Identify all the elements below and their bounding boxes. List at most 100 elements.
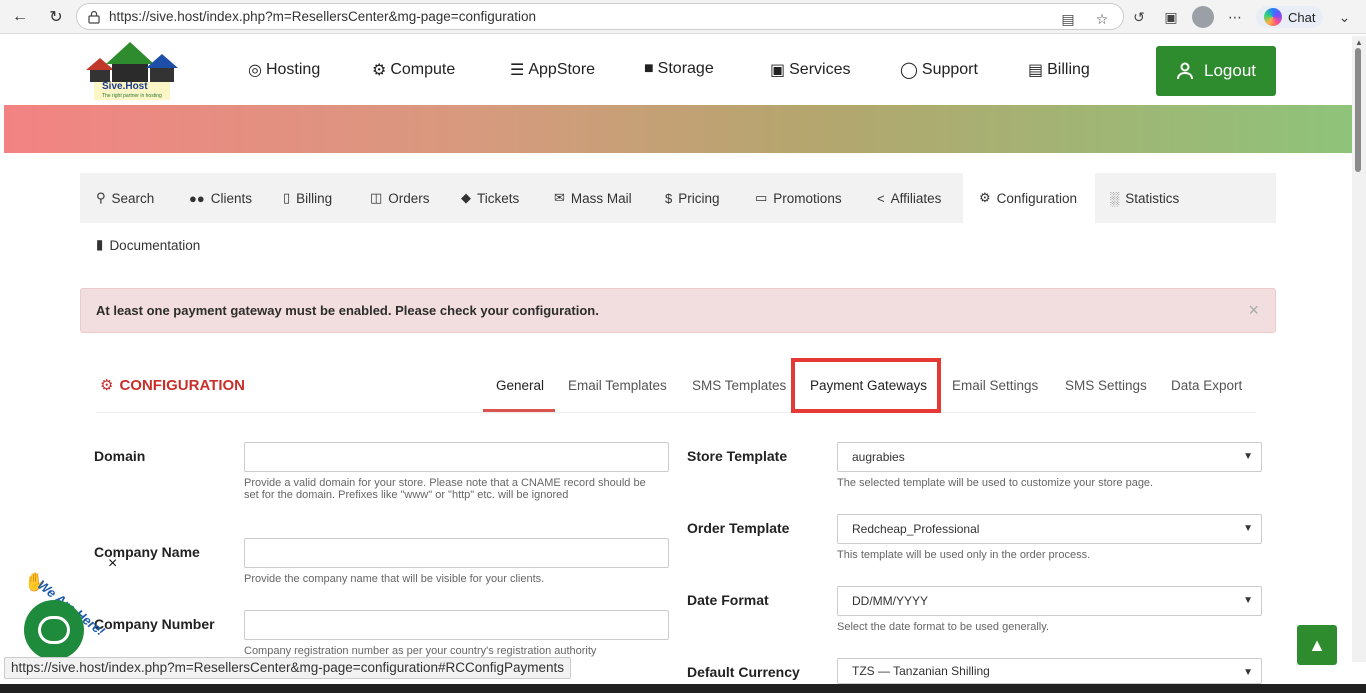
warning-alert: At least one payment gateway must be ena… (80, 288, 1276, 333)
tab-label: Clients (210, 190, 252, 206)
tab-general[interactable]: General (496, 378, 544, 393)
select-value: TZS — Tanzanian Shilling (852, 664, 990, 678)
logout-label: Logout (1204, 61, 1256, 80)
tab-documentation[interactable]: ▮ Documentation (96, 237, 200, 253)
chat-widget-button[interactable] (24, 600, 84, 660)
store-template-select[interactable]: augrabies ▼ (837, 442, 1262, 472)
lock-icon (88, 10, 100, 24)
site-header: Sive.Host The right partner in hosting ◎… (4, 36, 1352, 105)
default-currency-select[interactable]: TZS — Tanzanian Shilling ▼ (837, 658, 1262, 684)
chevron-down-icon: ▼ (1243, 523, 1253, 534)
nav-label: Compute (390, 61, 456, 78)
tab-affiliates[interactable]: < Affiliates (877, 173, 941, 223)
date-format-help: Select the date format to be used genera… (837, 621, 1049, 633)
back-icon[interactable]: ← (8, 5, 32, 29)
date-format-label: Date Format (687, 592, 769, 608)
address-bar[interactable]: https://sive.host/index.php?m=ResellersC… (76, 3, 1124, 30)
tab-statistics[interactable]: ░ Statistics (1110, 173, 1179, 223)
tab-promotions[interactable]: ▭ Promotions (755, 173, 842, 223)
company-number-label: Company Number (94, 616, 215, 632)
nav-support[interactable]: ◯ Support (900, 60, 978, 80)
chevron-down-icon[interactable]: ⌄ (1333, 6, 1355, 28)
logo-text: Sive.Host (102, 81, 148, 92)
active-tab-indicator (483, 409, 555, 412)
divider (96, 412, 1256, 413)
select-value: DD/MM/YYYY (852, 594, 929, 608)
nav-storage[interactable]: ■ Storage (644, 60, 714, 78)
date-format-select[interactable]: DD/MM/YYYY ▼ (837, 586, 1262, 616)
close-icon[interactable]: × (1248, 300, 1259, 321)
favorite-star-icon[interactable]: ☆ (1091, 8, 1113, 30)
copilot-chat-button[interactable]: Chat (1256, 6, 1324, 28)
domain-input[interactable] (244, 442, 669, 472)
tab-clients[interactable]: ●● Clients (189, 173, 252, 223)
headset-icon: ◯ (900, 62, 918, 79)
nav-billing[interactable]: ▤ Billing (1028, 60, 1090, 80)
tab-search[interactable]: ⚲ Search (96, 173, 154, 223)
tab-label: Billing (296, 190, 333, 206)
tab-email-settings[interactable]: Email Settings (952, 378, 1038, 393)
search-icon: ⚲ (96, 190, 106, 205)
company-number-input[interactable] (244, 610, 669, 640)
tab-sms-templates[interactable]: SMS Templates (692, 378, 786, 393)
reader-mode-icon[interactable]: ▤ (1057, 8, 1079, 30)
globe-icon: ◎ (248, 62, 262, 79)
tab-data-export[interactable]: Data Export (1171, 378, 1242, 393)
cart-icon: ◫ (370, 190, 383, 205)
nav-label: Billing (1047, 61, 1090, 78)
header-banner (4, 105, 1352, 153)
tab-label: Affiliates (890, 190, 942, 206)
bar-chart-icon: ░ (1110, 190, 1120, 206)
history-icon[interactable]: ↺ (1128, 6, 1150, 28)
cogs-icon: ⚙ (100, 377, 114, 394)
alert-message: At least one payment gateway must be ena… (96, 303, 599, 318)
nav-label: Services (789, 61, 851, 78)
nav-hosting[interactable]: ◎ Hosting (248, 60, 320, 80)
scrollbar-thumb[interactable] (1355, 48, 1361, 172)
company-number-help: Company registration number as per your … (244, 645, 597, 657)
tab-tickets[interactable]: ◆ Tickets (461, 173, 519, 223)
tab-mass-mail[interactable]: ✉ Mass Mail (554, 173, 632, 223)
tab-pricing[interactable]: $ Pricing (665, 173, 720, 223)
domain-label: Domain (94, 448, 146, 464)
tab-configuration[interactable]: ⚙ Configuration (963, 173, 1095, 223)
chat-label: Chat (1288, 9, 1316, 25)
highlight-annotation (791, 358, 941, 413)
nav-services[interactable]: ▣ Services (770, 60, 850, 80)
tab-label: Orders (388, 190, 430, 206)
tab-email-templates[interactable]: Email Templates (568, 378, 667, 393)
url-text: https://sive.host/index.php?m=ResellersC… (109, 9, 536, 24)
order-template-select[interactable]: Redcheap_Professional ▼ (837, 514, 1262, 544)
tab-billing[interactable]: ▯ Billing (283, 173, 332, 223)
default-currency-label: Default Currency (687, 664, 800, 680)
tab-label: Promotions (773, 190, 842, 206)
chevron-down-icon: ▼ (1243, 595, 1253, 606)
user-icon (1177, 62, 1193, 80)
gear-icon: ⚙ (372, 62, 387, 79)
chevron-down-icon: ▼ (1243, 451, 1253, 462)
profile-avatar[interactable] (1192, 6, 1214, 28)
page-title: ⚙ CONFIGURATION (100, 376, 245, 395)
nav-label: Support (921, 61, 978, 78)
logout-button[interactable]: Logout (1156, 46, 1276, 96)
order-template-help: This template will be used only in the o… (837, 549, 1091, 561)
users-icon: ●● (189, 190, 205, 206)
company-name-input[interactable] (244, 538, 669, 568)
reseller-tabs: ⚲ Search ●● Clients ▯ Billing ◫ Orders ◆ Tick… (80, 173, 1276, 223)
nav-compute[interactable]: ⚙ Compute (372, 60, 455, 80)
page-title-text: CONFIGURATION (119, 376, 245, 394)
scroll-up-icon[interactable]: ▲ (1355, 38, 1363, 47)
refresh-icon[interactable]: ↻ (44, 5, 68, 29)
copilot-icon (1264, 8, 1282, 26)
rocket-button[interactable]: ▲ (1297, 625, 1337, 665)
taskbar (0, 684, 1366, 693)
rocket-icon: ▲ (1308, 634, 1326, 655)
more-menu-icon[interactable]: ⋯ (1224, 6, 1246, 28)
close-icon[interactable]: × (108, 555, 117, 573)
nav-appstore[interactable]: ☰ AppStore (510, 60, 595, 80)
tab-orders[interactable]: ◫ Orders (370, 173, 430, 223)
tab-sms-settings[interactable]: SMS Settings (1065, 378, 1147, 393)
screenshot-icon[interactable]: ▣ (1160, 6, 1182, 28)
status-bar-url: https://sive.host/index.php?m=ResellersC… (4, 657, 572, 679)
tab-label: Tickets (477, 190, 520, 206)
